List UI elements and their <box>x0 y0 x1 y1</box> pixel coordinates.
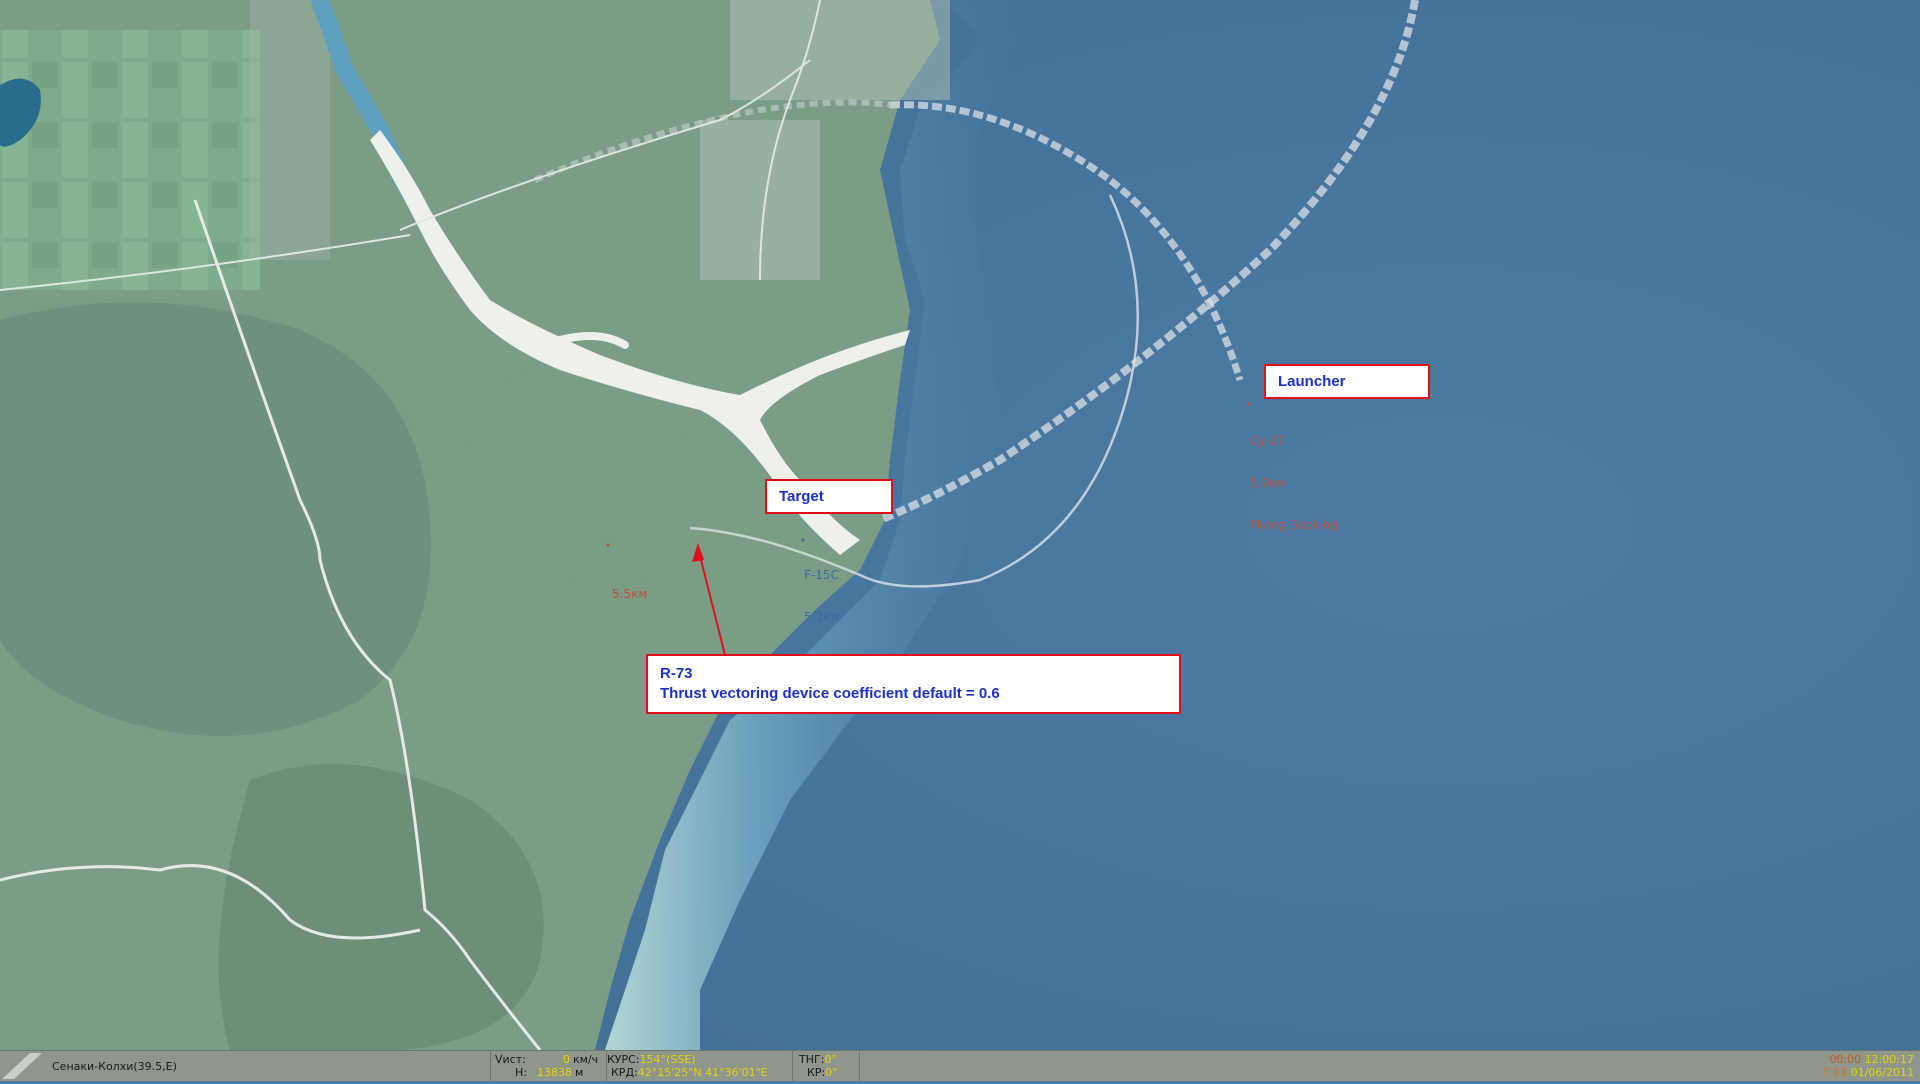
date-prefix: T 11 <box>1822 1066 1848 1079</box>
target-unit-distance: 5.2км <box>804 610 840 624</box>
altitude-label: H: <box>515 1066 527 1079</box>
time-value: 12:00:17 <box>1864 1053 1914 1066</box>
time-prefix: 00:00 <box>1829 1053 1862 1066</box>
farm-fields <box>0 30 260 290</box>
altitude-unit: м <box>575 1066 584 1079</box>
status-time: 00:00 12:00:17 <box>1829 1053 1914 1066</box>
status-date: T 11 01/06/2011 <box>1823 1066 1914 1079</box>
launcher-unit-subtitle: Flying Booking <box>1250 518 1339 532</box>
pitch-label: ТНГ: <box>799 1053 825 1066</box>
launcher-unit-label: Су-27 5.9км Flying Booking <box>1250 406 1338 546</box>
target-unit-name: F-15C <box>804 568 839 582</box>
target-callout: Target <box>765 479 893 514</box>
target-unit-label: F-15C 5.2км <box>804 540 839 638</box>
status-bar: Сенаки-Колхи(39.5,E) Vист: 0 км/ч H: 138… <box>0 1050 1920 1081</box>
speed-value: 0 <box>563 1053 570 1066</box>
launcher-unit-name: Су-27 <box>1250 434 1286 448</box>
status-speed-alt-cell: Vист: 0 км/ч H: 13838 м <box>490 1051 606 1081</box>
roll-value: 0° <box>825 1066 838 1079</box>
missile-callout-title: R-73 <box>660 665 693 682</box>
coord-value: 42°15'25"N 41°36'01"E <box>637 1066 768 1079</box>
course-label: КУРС: <box>607 1053 640 1066</box>
missile-callout-desc: Thrust vectoring device coefficient defa… <box>660 685 1000 702</box>
launcher-unit-distance: 5.9км <box>1250 476 1286 490</box>
status-course-coord-cell: КУРС:154°(SSE) КРД:42°15'25"N 41°36'01"E <box>606 1051 792 1081</box>
missile-unit-label: 5.5км <box>612 559 647 615</box>
target-callout-text: Target <box>779 488 824 505</box>
status-location: Сенаки-Колхи(39.5,E) <box>52 1060 177 1073</box>
coord-label: КРД: <box>611 1066 638 1079</box>
app-logo-icon <box>2 1053 42 1079</box>
missile-unit-distance: 5.5км <box>612 587 648 601</box>
launcher-callout: Launcher <box>1264 364 1430 399</box>
missile-callout: R-73 Thrust vectoring device coefficient… <box>646 654 1181 714</box>
town-area <box>730 0 950 100</box>
town-area <box>250 0 330 260</box>
altitude-value: 13838 <box>537 1066 572 1079</box>
map-view[interactable] <box>0 0 1920 1050</box>
speed-unit: км/ч <box>573 1053 599 1066</box>
launcher-callout-text: Launcher <box>1278 373 1346 390</box>
date-value: 01/06/2011 <box>1850 1066 1914 1079</box>
status-logo-cell <box>0 1051 48 1081</box>
status-attitude-cell: ТНГ:0° КР:0° <box>792 1051 860 1081</box>
course-value: 154°(SSE) <box>639 1053 696 1066</box>
speed-label: Vист: <box>495 1053 526 1066</box>
roll-label: КР: <box>807 1066 826 1079</box>
missile-marker-icon[interactable] <box>606 543 610 547</box>
pitch-value: 0° <box>824 1053 837 1066</box>
